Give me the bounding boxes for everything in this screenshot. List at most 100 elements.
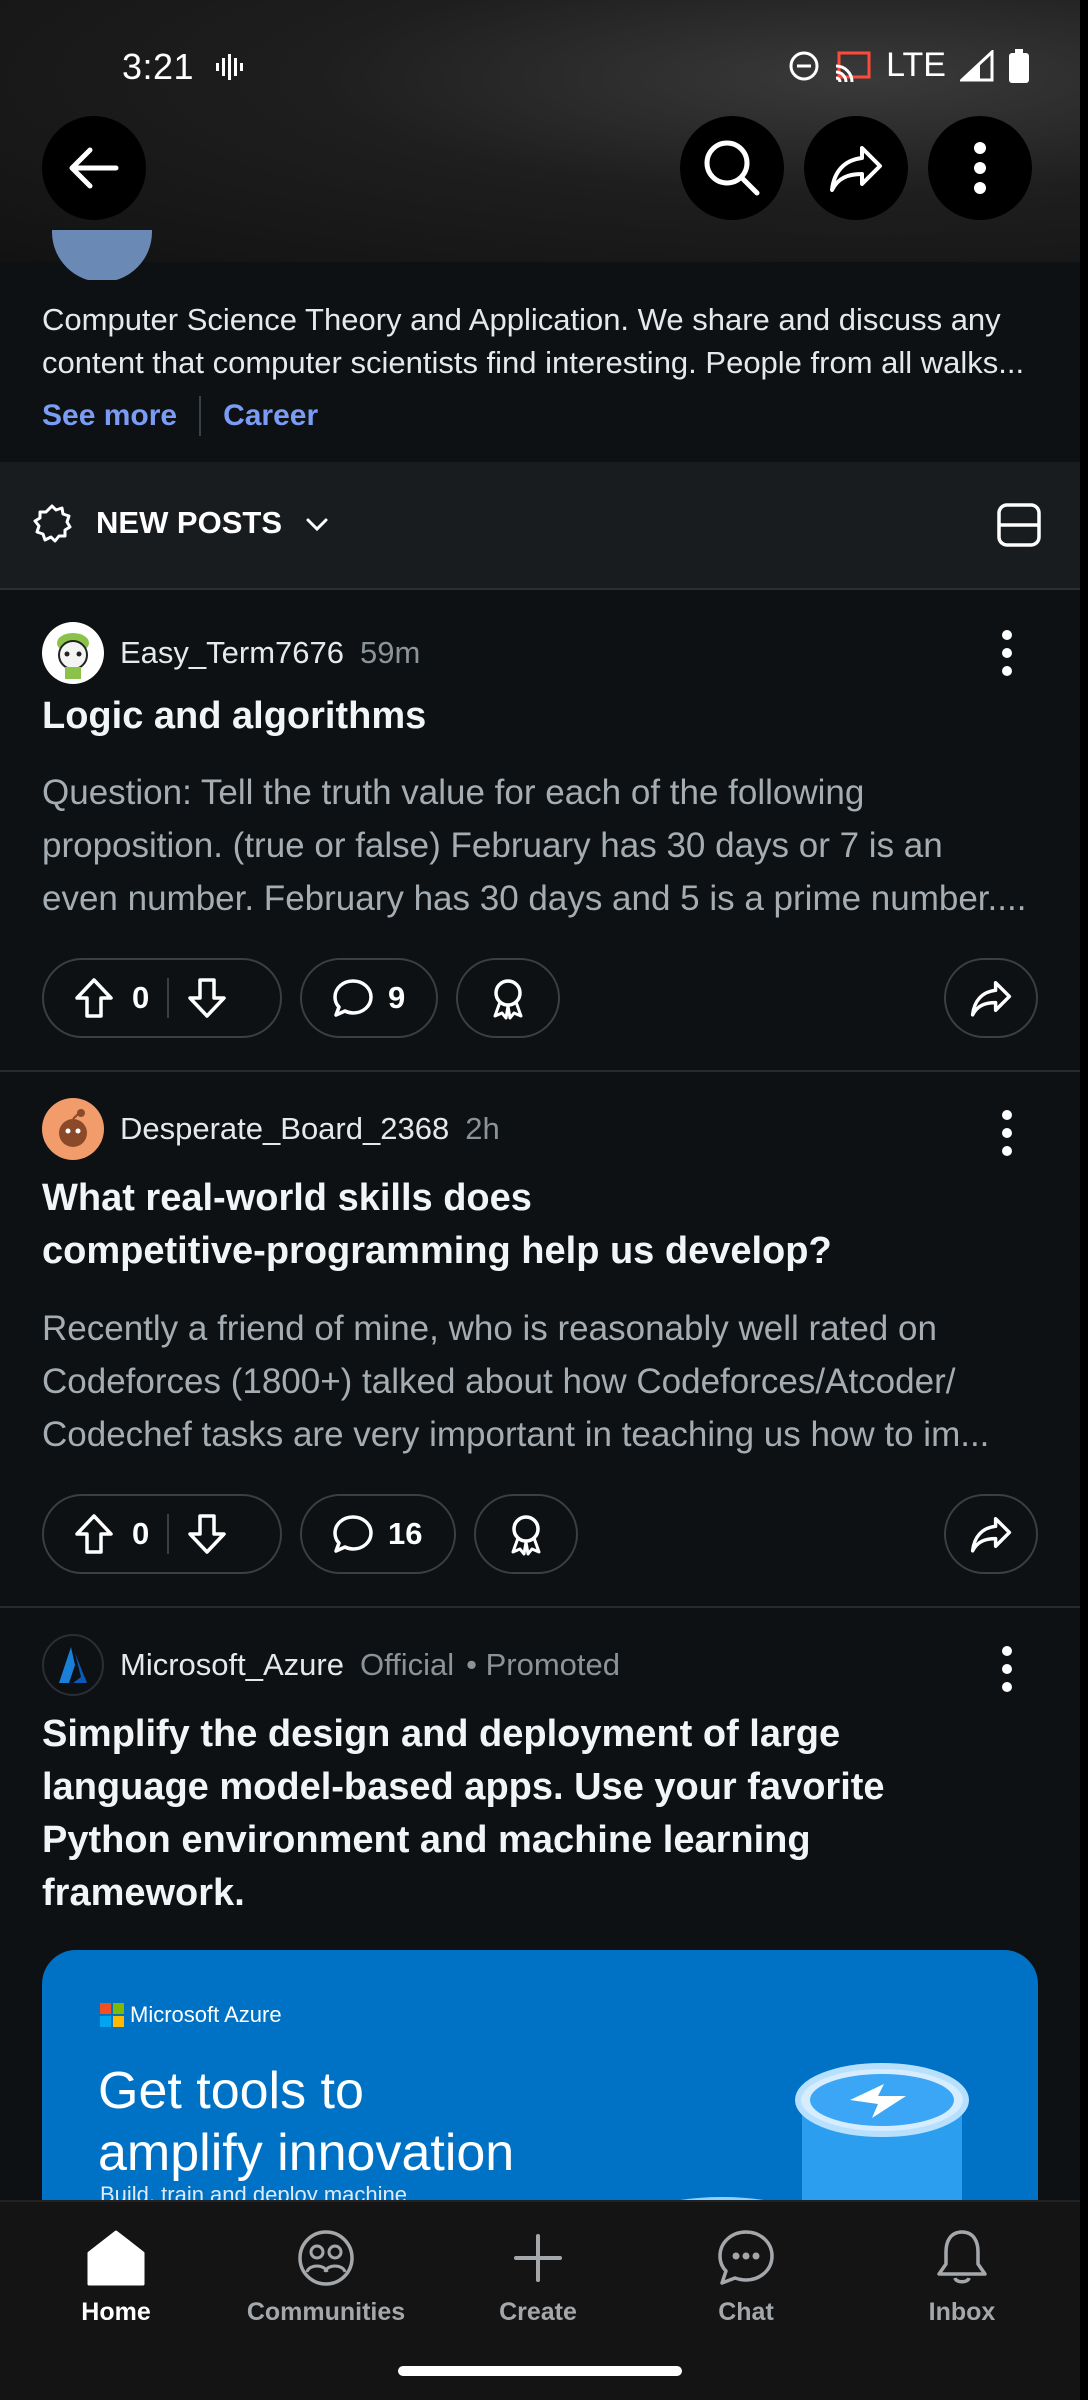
official-label: Official [359, 1647, 455, 1682]
post-menu-button[interactable] [1002, 630, 1014, 684]
post-menu-button[interactable] [1002, 1110, 1014, 1164]
post-title-line: language model-based apps. Use your favo… [42, 1766, 885, 1808]
post-title-line: competitive-programming help us develop? [42, 1230, 832, 1272]
post-author[interactable]: Desperate_Board_2368 [120, 1111, 449, 1147]
settings-icon[interactable] [30, 502, 74, 546]
user-avatar[interactable] [42, 622, 104, 684]
post-title[interactable]: Logic and algorithms [42, 690, 1032, 743]
nav-create-label: Create [499, 2298, 577, 2326]
award-icon [493, 979, 523, 1020]
upvote-icon[interactable] [74, 977, 114, 1019]
post-body-line: proposition. (true or false) February ha… [42, 826, 943, 865]
comments-button[interactable]: 9 [300, 958, 438, 1038]
downvote-icon[interactable] [187, 1513, 227, 1555]
sort-dropdown[interactable]: NEW POSTS [96, 505, 329, 541]
nav-create[interactable]: Create [448, 2222, 628, 2327]
microsoft-logo-icon [100, 2003, 124, 2027]
overflow-menu-button[interactable] [928, 116, 1032, 220]
post-meta: Microsoft_Azure Official • Promoted [42, 1634, 620, 1696]
ad-brand: Microsoft Azure [100, 2002, 282, 2028]
post-body-line: even number. February has 30 days and 5 … [42, 879, 1027, 918]
nav-chat[interactable]: Chat [656, 2222, 836, 2327]
post-menu-button[interactable] [1002, 1646, 1014, 1700]
vote-count: 0 [132, 980, 150, 1015]
vote-control: 0 [42, 1494, 282, 1574]
view-layout-icon[interactable] [996, 502, 1042, 548]
post-body[interactable]: Question: Tell the truth value for each … [42, 766, 1042, 925]
community-links: See more Career [42, 396, 318, 436]
post-share-button[interactable] [944, 958, 1038, 1038]
back-button[interactable] [42, 116, 146, 220]
vote-control: 0 [42, 958, 282, 1038]
network-type: LTE [886, 46, 946, 84]
post-actions: 0 9 [42, 958, 1038, 1042]
see-more-link[interactable]: See more [42, 399, 177, 433]
award-button[interactable] [456, 958, 560, 1038]
nav-home-label: Home [81, 2298, 151, 2326]
signal-icon [960, 49, 994, 81]
more-vertical-icon [974, 142, 986, 194]
user-avatar[interactable] [42, 1098, 104, 1160]
status-icons: LTE [788, 46, 1030, 85]
vote-count: 0 [132, 1516, 150, 1551]
advertiser-avatar[interactable] [42, 1634, 104, 1696]
share-button[interactable] [804, 116, 908, 220]
promoted-label: • Promoted [466, 1647, 621, 1682]
snoo-avatar-icon [59, 1109, 87, 1147]
search-button[interactable] [680, 116, 784, 220]
nav-communities-label: Communities [246, 2298, 406, 2326]
post-share-button[interactable] [944, 1494, 1038, 1574]
ad-headline-line: Get tools to [98, 2062, 364, 2120]
link-divider [199, 396, 202, 436]
downvote-icon[interactable] [187, 977, 227, 1019]
post-title-line: Python environment and machine learning [42, 1819, 811, 1861]
post-body-line: Codechef tasks are very important in tea… [42, 1415, 990, 1454]
post-actions: 0 16 [42, 1494, 1038, 1578]
snoo-avatar-icon [57, 633, 89, 679]
share-icon [970, 1516, 1012, 1553]
advertiser-name[interactable]: Microsoft_Azure [120, 1647, 344, 1683]
post-title-line: framework. [42, 1872, 245, 1914]
description-line: content that computer scientists find in… [42, 345, 1025, 380]
post-title-line: Simplify the design and deployment of la… [42, 1713, 841, 1755]
chat-icon [718, 2230, 774, 2285]
scrollbar-gutter [1080, 0, 1088, 2400]
comments-button[interactable]: 16 [300, 1494, 456, 1574]
post-title[interactable]: Simplify the design and deployment of la… [42, 1708, 1032, 1920]
post-title[interactable]: What real-world skills does competitive-… [42, 1172, 1032, 1278]
sort-bar: NEW POSTS [0, 462, 1080, 590]
post-body[interactable]: Recently a friend of mine, who is reason… [42, 1302, 1042, 1461]
post-card[interactable]: Desperate_Board_2368 2h What real-world … [0, 1072, 1080, 1608]
post-body-line: Recently a friend of mine, who is reason… [42, 1309, 937, 1348]
vibrate-icon [216, 54, 243, 80]
post-body-line: Codeforces (1800+) talked about how Code… [42, 1362, 956, 1401]
post-author[interactable]: Easy_Term7676 [120, 635, 344, 671]
nav-chat-label: Chat [718, 2298, 774, 2326]
award-button[interactable] [474, 1494, 578, 1574]
ad-brand-text: Microsoft Azure [130, 2002, 282, 2027]
communities-icon [298, 2230, 354, 2286]
nav-home[interactable]: Home [26, 2222, 206, 2327]
chevron-down-icon [306, 518, 328, 531]
community-header: 3:21 LTE [0, 0, 1080, 262]
gesture-home-bar[interactable] [398, 2366, 682, 2376]
arrow-left-icon [69, 147, 119, 189]
post-meta: Easy_Term7676 59m [42, 622, 420, 684]
cast-icon [835, 51, 871, 82]
bell-icon [937, 2230, 987, 2284]
post-time: 59m [360, 635, 421, 670]
azure-logo-icon [59, 1647, 87, 1683]
status-time: 3:21 [122, 46, 195, 87]
post-card[interactable]: Easy_Term7676 59m Logic and algorithms Q… [0, 590, 1080, 1072]
upvote-icon[interactable] [74, 1513, 114, 1555]
career-link[interactable]: Career [223, 399, 318, 433]
description-line: Computer Science Theory and Application.… [42, 302, 1001, 337]
award-icon [511, 1515, 541, 1556]
post-meta: Desperate_Board_2368 2h [42, 1098, 500, 1160]
share-icon [970, 980, 1012, 1017]
battery-icon [1009, 48, 1029, 83]
nav-inbox[interactable]: Inbox [872, 2222, 1052, 2327]
share-icon [830, 146, 882, 192]
nav-communities[interactable]: Communities [236, 2222, 416, 2327]
post-time: 2h [465, 1111, 500, 1146]
